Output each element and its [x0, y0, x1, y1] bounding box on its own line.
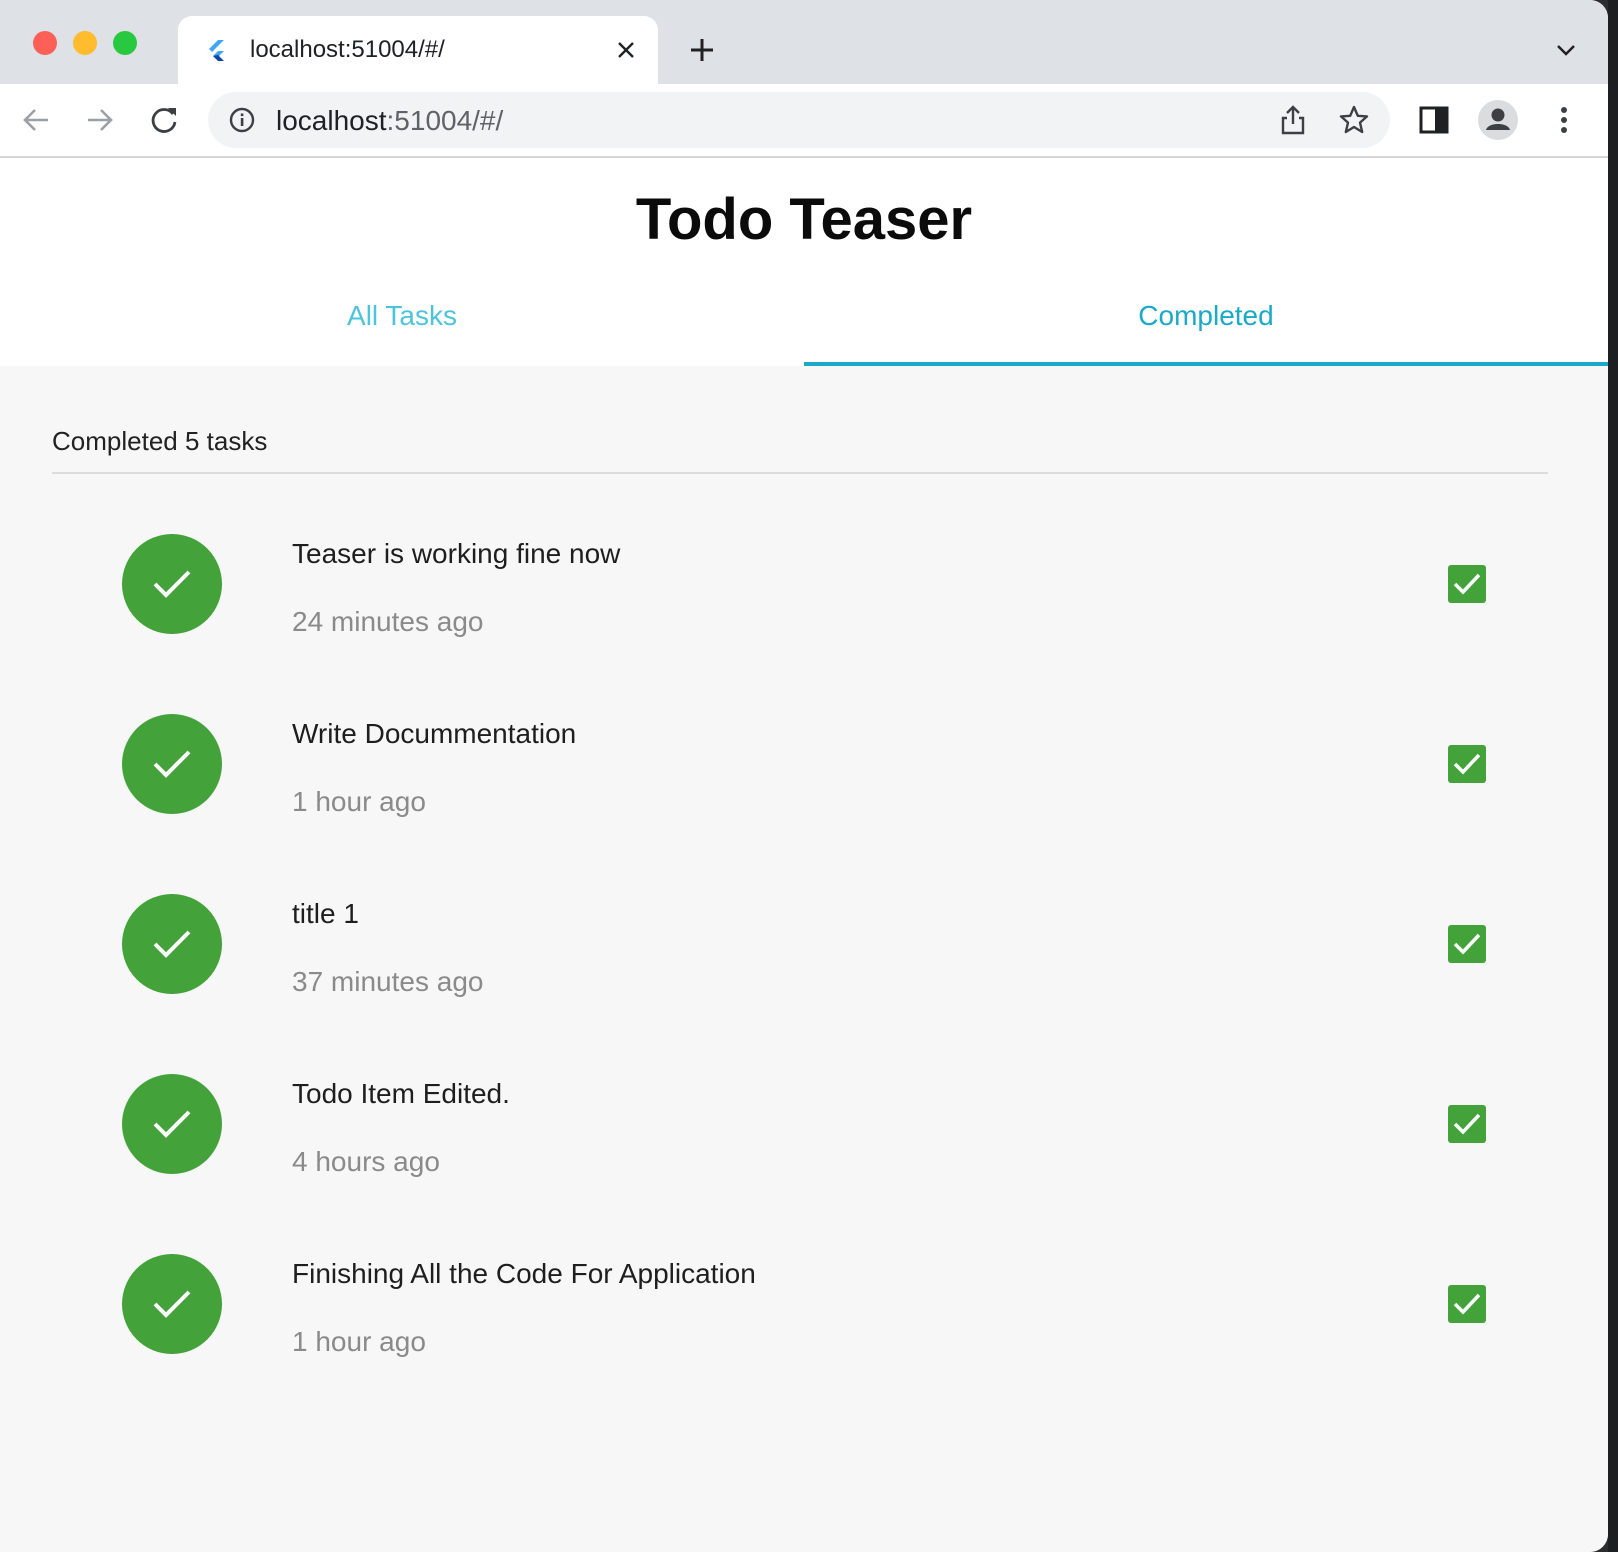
task-item[interactable]: title 1 37 minutes ago [0, 894, 1608, 1074]
browser-toolbar: localhost:51004/#/ [0, 84, 1608, 158]
info-icon[interactable] [228, 106, 256, 134]
task-item[interactable]: Teaser is working fine now 24 minutes ag… [0, 534, 1608, 714]
task-item[interactable]: Finishing All the Code For Application 1… [0, 1254, 1608, 1434]
profile-avatar-icon[interactable] [1478, 100, 1518, 140]
task-timestamp: 4 hours ago [292, 1146, 440, 1177]
task-checkbox[interactable] [1448, 1105, 1486, 1143]
task-timestamp: 37 minutes ago [292, 966, 484, 997]
task-checkbox[interactable] [1448, 565, 1486, 603]
task-list: Teaser is working fine now 24 minutes ag… [0, 534, 1608, 1434]
app-viewport: Todo Teaser All Tasks Completed Complete… [0, 158, 1608, 1552]
check-icon [153, 570, 191, 598]
tab-all-tasks[interactable]: All Tasks [0, 278, 804, 366]
task-timestamp: 1 hour ago [292, 1326, 426, 1357]
browser-tab[interactable]: localhost:51004/#/ [178, 16, 658, 84]
reload-icon[interactable] [146, 102, 182, 138]
task-item[interactable]: Write Docummentation 1 hour ago [0, 714, 1608, 894]
check-icon [153, 930, 191, 958]
new-tab-icon[interactable] [688, 36, 716, 64]
check-icon [153, 1290, 191, 1318]
flutter-icon [209, 40, 224, 61]
task-timestamp: 1 hour ago [292, 786, 426, 817]
address-bar[interactable]: localhost:51004/#/ [208, 92, 1390, 148]
task-checkbox[interactable] [1448, 925, 1486, 963]
done-avatar [122, 534, 222, 634]
task-title: Write Docummentation [292, 718, 577, 749]
tab-strip: localhost:51004/#/ [0, 0, 1608, 84]
browser-window: localhost:51004/#/ localhost:51004/#/ To… [0, 0, 1608, 1552]
tab-bar: All Tasks Completed [0, 278, 1608, 366]
minimize-window-button[interactable] [73, 31, 97, 55]
share-icon[interactable] [1278, 104, 1308, 136]
task-item[interactable]: Todo Item Edited. 4 hours ago [0, 1074, 1608, 1254]
task-checkbox[interactable] [1448, 1285, 1486, 1323]
check-icon [1453, 573, 1481, 595]
close-tab-icon[interactable] [614, 38, 638, 62]
bookmark-star-icon[interactable] [1338, 104, 1370, 136]
tab-title: localhost:51004/#/ [250, 36, 445, 63]
back-arrow-icon[interactable] [18, 102, 54, 138]
task-title: Finishing All the Code For Application [292, 1258, 756, 1289]
page-title: Todo Teaser [635, 187, 973, 252]
done-avatar [122, 1074, 222, 1174]
zoom-window-button[interactable] [113, 31, 137, 55]
check-icon [1453, 933, 1481, 955]
check-icon [1453, 1113, 1481, 1135]
background-editor-strip [1608, 0, 1618, 1552]
completed-summary: Completed 5 tasks [52, 426, 268, 456]
done-avatar [122, 1254, 222, 1354]
forward-arrow-icon[interactable] [82, 102, 118, 138]
check-icon [153, 1110, 191, 1138]
app-header: Todo Teaser All Tasks Completed [0, 158, 1608, 366]
task-title: Teaser is working fine now [292, 538, 621, 569]
close-window-button[interactable] [33, 31, 57, 55]
tab-completed[interactable]: Completed [804, 278, 1608, 366]
selected-tab-indicator [804, 362, 1608, 366]
check-icon [153, 750, 191, 778]
side-panel-icon[interactable] [1414, 100, 1454, 140]
task-checkbox[interactable] [1448, 745, 1486, 783]
check-icon [1453, 1293, 1481, 1315]
task-timestamp: 24 minutes ago [292, 606, 484, 637]
divider [52, 472, 1548, 474]
done-avatar [122, 714, 222, 814]
task-title: Todo Item Edited. [292, 1078, 510, 1109]
task-title: title 1 [292, 898, 359, 929]
url-text[interactable]: localhost:51004/#/ [276, 105, 503, 137]
check-icon [1453, 753, 1481, 775]
chevron-down-icon[interactable] [1554, 38, 1578, 62]
done-avatar [122, 894, 222, 994]
more-menu-icon[interactable] [1544, 100, 1584, 140]
